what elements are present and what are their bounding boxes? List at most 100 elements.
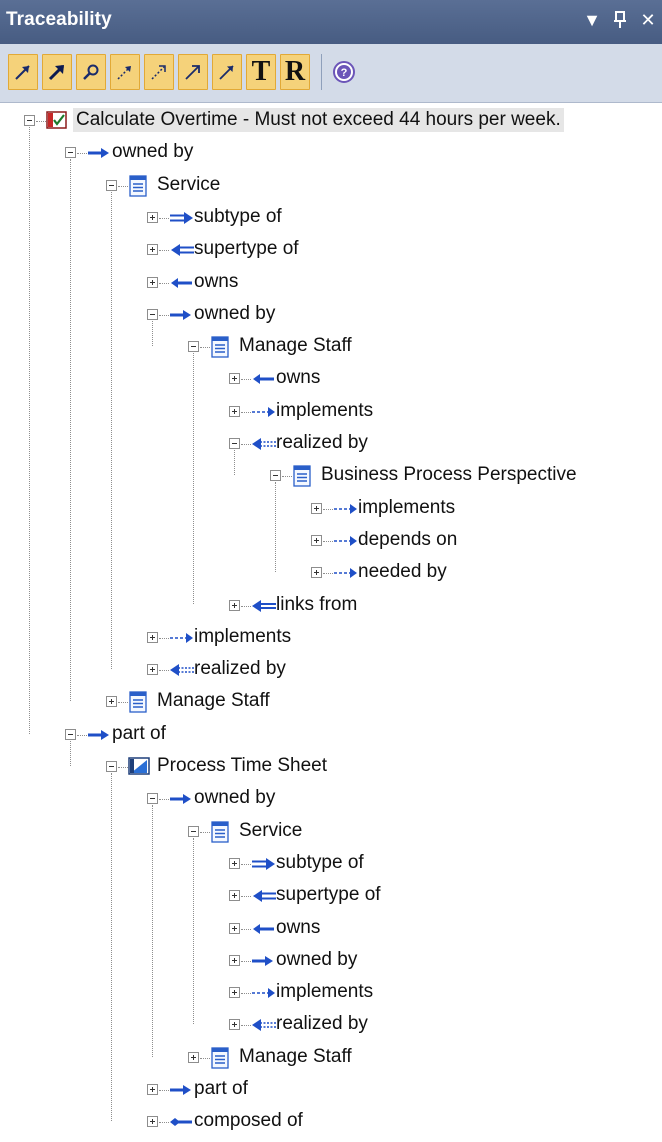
tree-node[interactable]: owned by xyxy=(229,946,662,978)
expand-icon[interactable] xyxy=(311,567,322,579)
tree-connector xyxy=(241,928,251,930)
tree-node[interactable]: implements xyxy=(229,978,662,1010)
expand-icon[interactable] xyxy=(147,664,158,676)
trace-dotted-arrow-alt-icon xyxy=(151,65,166,80)
tree-node-label: needed by xyxy=(358,561,447,583)
tree-connector xyxy=(323,573,333,575)
tree-node[interactable]: Manage Staff xyxy=(188,332,662,364)
tree-node[interactable]: Manage Staff xyxy=(106,687,662,719)
collapse-icon[interactable] xyxy=(65,147,76,159)
expand-icon[interactable] xyxy=(106,696,117,708)
collapse-icon[interactable] xyxy=(270,470,281,482)
collapse-icon[interactable] xyxy=(106,179,117,191)
tree-node-label: Calculate Overtime - Must not exceed 44 … xyxy=(73,108,564,132)
tree-connector xyxy=(323,508,333,510)
expand-icon[interactable] xyxy=(311,502,322,514)
tree-node[interactable]: Business Process Perspective xyxy=(270,461,662,493)
tree-node[interactable]: Process Time Sheet xyxy=(106,752,662,784)
tree-node[interactable]: implements xyxy=(229,397,662,429)
tree-node[interactable]: owns xyxy=(147,268,662,300)
expand-icon[interactable] xyxy=(147,276,158,288)
close-icon[interactable]: ✕ xyxy=(638,8,658,32)
expand-icon[interactable] xyxy=(229,1019,240,1031)
trace-arrow-bold-button[interactable] xyxy=(42,54,72,90)
collapse-icon[interactable] xyxy=(24,115,35,126)
svg-text:?: ? xyxy=(341,67,348,79)
tree-node[interactable]: realized by xyxy=(147,655,662,687)
tree-node[interactable]: part of xyxy=(147,1075,662,1107)
tree-guide-line xyxy=(193,353,194,605)
tree-node-label: subtype of xyxy=(194,205,282,227)
tree-node[interactable]: supertype of xyxy=(229,881,662,913)
title-bar: Traceability ▼ ✕ xyxy=(0,0,662,44)
owned-by-icon xyxy=(169,304,191,326)
expand-icon[interactable] xyxy=(147,1116,158,1128)
collapse-icon[interactable] xyxy=(147,308,158,320)
collapse-icon[interactable] xyxy=(188,341,199,353)
dropdown-icon[interactable]: ▼ xyxy=(582,8,602,32)
expand-icon[interactable] xyxy=(147,244,158,256)
expand-icon[interactable] xyxy=(229,922,240,934)
part-of-icon xyxy=(87,724,109,746)
expand-icon[interactable] xyxy=(229,857,240,869)
tree-node[interactable]: composed of xyxy=(147,1107,662,1139)
element-icon xyxy=(210,1047,232,1069)
tree-node[interactable]: subtype of xyxy=(147,203,662,235)
tree-node[interactable]: supertype of xyxy=(147,235,662,267)
tree-node[interactable]: owns xyxy=(229,364,662,396)
expand-icon[interactable] xyxy=(147,1084,158,1095)
expand-icon[interactable] xyxy=(147,631,158,643)
collapse-icon[interactable] xyxy=(65,728,76,740)
expand-icon[interactable] xyxy=(188,1051,199,1063)
toolbar-t-button[interactable]: T xyxy=(246,54,276,90)
tree-node[interactable]: owned by xyxy=(147,784,662,816)
tree-node-label: implements xyxy=(276,981,374,1003)
tree-node[interactable]: Service xyxy=(106,171,662,203)
expand-icon[interactable] xyxy=(311,534,322,546)
toolbar-r-button[interactable]: R xyxy=(280,54,310,90)
tree-node[interactable]: links from xyxy=(229,591,662,623)
trace-arrow-button[interactable] xyxy=(8,54,38,90)
trace-dotted-arrow-alt-button[interactable] xyxy=(144,54,174,90)
collapse-icon[interactable] xyxy=(188,825,199,837)
expand-icon[interactable] xyxy=(229,890,240,902)
subtype-of-icon xyxy=(251,853,275,875)
tree-node[interactable]: part of xyxy=(65,720,662,752)
tree-node[interactable]: Manage Staff xyxy=(188,1043,662,1075)
expand-icon[interactable] xyxy=(229,405,240,417)
owned-by-icon xyxy=(87,142,109,164)
expand-icon[interactable] xyxy=(229,954,240,966)
owned-by-icon xyxy=(169,788,191,810)
tree-node-label: composed of xyxy=(194,1110,303,1132)
collapse-icon[interactable] xyxy=(106,761,117,772)
tree-node-label: Service xyxy=(157,173,221,195)
tree-connector xyxy=(159,1122,169,1124)
trace-dotted-arrow-button[interactable] xyxy=(110,54,140,90)
tree-node[interactable]: depends on xyxy=(311,526,662,558)
tree-node[interactable]: owns xyxy=(229,914,662,946)
tree-node[interactable]: implements xyxy=(147,623,662,655)
pin-icon[interactable] xyxy=(610,8,630,32)
collapse-icon[interactable] xyxy=(229,438,240,449)
trace-arrow-thin-alt-button[interactable] xyxy=(212,54,242,90)
tree-node[interactable]: realized by xyxy=(229,1010,662,1042)
expand-icon[interactable] xyxy=(229,599,240,611)
expand-icon[interactable] xyxy=(229,987,240,999)
owned-by-icon xyxy=(251,950,273,972)
tree-node[interactable]: implements xyxy=(311,494,662,526)
tree-node[interactable]: Service xyxy=(188,817,662,849)
tree-node[interactable]: subtype of xyxy=(229,849,662,881)
expand-icon[interactable] xyxy=(147,211,158,223)
expand-icon[interactable] xyxy=(229,373,240,385)
tree-node[interactable]: Calculate Overtime - Must not exceed 44 … xyxy=(24,106,662,138)
tree-connector xyxy=(200,1057,210,1059)
trace-arrow-thin-button[interactable] xyxy=(178,54,208,90)
tree-node[interactable]: owned by xyxy=(65,138,662,170)
trace-search-button[interactable] xyxy=(76,54,106,90)
tree-node-label: owns xyxy=(276,367,321,389)
tree-node[interactable]: owned by xyxy=(147,300,662,332)
tree-node[interactable]: needed by xyxy=(311,558,662,590)
collapse-icon[interactable] xyxy=(147,793,158,805)
tree-node[interactable]: realized by xyxy=(229,429,662,461)
help-button[interactable]: ? xyxy=(328,54,360,90)
